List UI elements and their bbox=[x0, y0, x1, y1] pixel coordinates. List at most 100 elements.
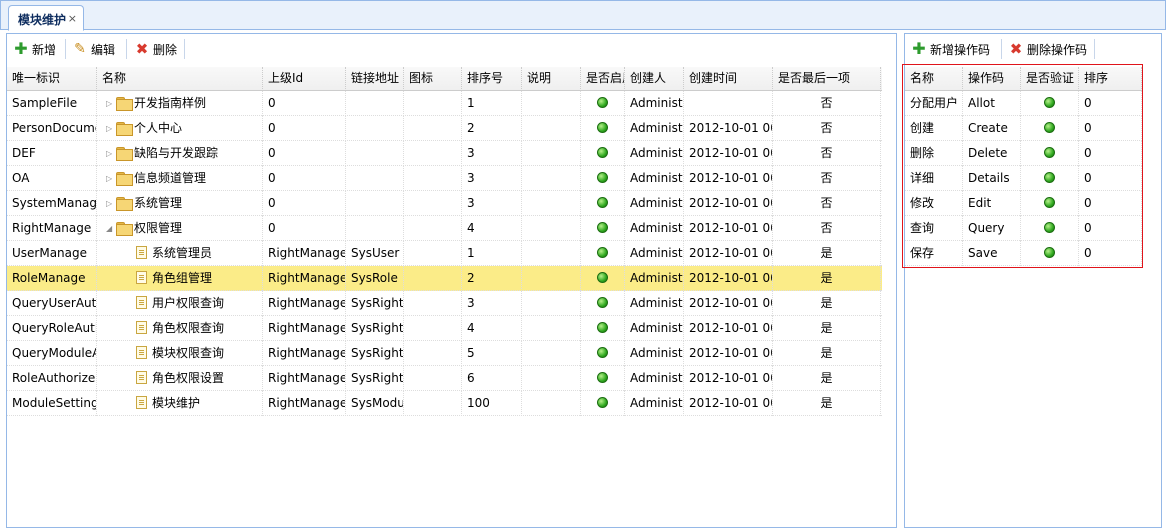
table-row[interactable]: QueryRoleAuthorize 角色权限查询 RightManageSysRi… bbox=[7, 316, 882, 341]
table-row[interactable]: OA ▷ 信息频道管理 0 3 Administrator2012-10-01 00否 bbox=[7, 166, 882, 191]
cell-name: 用户权限查询 bbox=[97, 291, 263, 316]
cell-id: OA bbox=[7, 166, 97, 191]
column-header[interactable]: 是否最后一项 bbox=[773, 67, 881, 91]
cell-url: SysModule bbox=[346, 391, 404, 416]
cell-enabled bbox=[581, 266, 625, 291]
cell-op-code: Allot bbox=[963, 91, 1021, 116]
cell-op-sort: 0 bbox=[1079, 191, 1142, 216]
delete-button[interactable]: ✖ 删除 bbox=[134, 38, 177, 60]
expand-toggle-icon[interactable]: ▷ bbox=[106, 142, 115, 166]
cell-sort: 3 bbox=[462, 191, 522, 216]
column-header[interactable]: 名称 bbox=[97, 67, 263, 91]
cell-name: ▷ 信息频道管理 bbox=[97, 166, 263, 191]
table-row[interactable]: SampleFile ▷ 开发指南样例 0 1 Administrator 否 bbox=[7, 91, 882, 116]
delete-opcode-button[interactable]: ✖ 删除操作码 bbox=[1008, 38, 1087, 60]
plus-icon: ✚ bbox=[912, 39, 926, 58]
cell-icon bbox=[404, 141, 462, 166]
opcode-panel: ✚ 新增操作码 ✖ 删除操作码 名称 操作码 是否验证 排序 分配用户 Allot 0 创建… bbox=[904, 33, 1162, 528]
enabled-status-icon bbox=[597, 222, 608, 233]
cell-description bbox=[522, 291, 581, 316]
column-header[interactable]: 图标 bbox=[404, 67, 462, 91]
expand-toggle-icon[interactable]: ▷ bbox=[106, 167, 115, 191]
column-header[interactable]: 创建人 bbox=[625, 67, 684, 91]
cell-id: QueryRoleAuthorize bbox=[7, 316, 97, 341]
table-row[interactable]: SystemManage ▷ 系统管理 0 3 Administrator2012-10-… bbox=[7, 191, 882, 216]
column-header[interactable]: 排序 bbox=[1079, 67, 1142, 91]
cell-parent-id: 0 bbox=[263, 216, 346, 241]
enabled-status-icon bbox=[597, 172, 608, 183]
cell-name: 模块权限查询 bbox=[97, 341, 263, 366]
cell-id: UserManage bbox=[7, 241, 97, 266]
table-row[interactable]: 分配用户 Allot 0 bbox=[905, 91, 1142, 116]
cell-enabled bbox=[581, 91, 625, 116]
cell-op-sort: 0 bbox=[1079, 241, 1142, 266]
cell-op-sort: 0 bbox=[1079, 216, 1142, 241]
table-row[interactable]: DEF ▷ 缺陷与开发跟踪 0 3 Administrator2012-10-01 00否 bbox=[7, 141, 882, 166]
enabled-status-icon bbox=[597, 322, 608, 333]
cell-icon bbox=[404, 191, 462, 216]
table-row[interactable]: PersonDocument ▷ 个人中心 0 2 Administrator2012-1… bbox=[7, 116, 882, 141]
edit-button[interactable]: ✎ 编辑 bbox=[72, 38, 115, 60]
table-row[interactable]: QueryModuleAuthorize 模块权限查询 RightManageSys… bbox=[7, 341, 882, 366]
table-row[interactable]: UserManage 系统管理员 RightManage SysUser 1 Admini… bbox=[7, 241, 882, 266]
cell-description bbox=[522, 166, 581, 191]
cell-enabled bbox=[581, 216, 625, 241]
enabled-status-icon bbox=[597, 397, 608, 408]
column-header[interactable]: 链接地址 bbox=[346, 67, 404, 91]
cell-op-code: Delete bbox=[963, 141, 1021, 166]
folder-icon bbox=[116, 121, 133, 136]
table-row[interactable]: 删除 Delete 0 bbox=[905, 141, 1142, 166]
column-header[interactable]: 排序号 bbox=[462, 67, 522, 91]
table-row[interactable]: 创建 Create 0 bbox=[905, 116, 1142, 141]
column-header[interactable]: 操作码 bbox=[963, 67, 1021, 91]
column-header[interactable]: 创建时间 bbox=[684, 67, 773, 91]
cell-enabled bbox=[581, 316, 625, 341]
cell-is-last: 是 bbox=[773, 241, 881, 266]
cell-sort: 5 bbox=[462, 341, 522, 366]
add-opcode-button[interactable]: ✚ 新增操作码 bbox=[911, 38, 990, 60]
cell-icon bbox=[404, 116, 462, 141]
expand-toggle-icon[interactable]: ▷ bbox=[106, 192, 115, 216]
cell-id: SystemManage bbox=[7, 191, 97, 216]
cell-is-last: 是 bbox=[773, 316, 881, 341]
table-row[interactable]: RightManage ◢ 权限管理 0 4 Administrator2012-10-0… bbox=[7, 216, 882, 241]
table-row[interactable]: RoleAuthorize 角色权限设置 RightManage SysRight 6 A… bbox=[7, 366, 882, 391]
page-icon bbox=[136, 346, 147, 359]
table-row[interactable]: 详细 Details 0 bbox=[905, 166, 1142, 191]
cell-id: DEF bbox=[7, 141, 97, 166]
tree-node-label: 角色权限设置 bbox=[152, 371, 225, 385]
tab-module-maintenance[interactable]: 模块维护 × bbox=[8, 5, 84, 31]
folder-icon bbox=[116, 96, 133, 111]
table-row[interactable]: 查询 Query 0 bbox=[905, 216, 1142, 241]
cell-url bbox=[346, 141, 404, 166]
module-toolbar: ✚ 新增 ✎ 编辑 ✖ 删除 bbox=[7, 34, 896, 64]
column-header[interactable]: 是否验证 bbox=[1021, 67, 1079, 91]
cell-creator: Administrator bbox=[625, 391, 684, 416]
delete-button-label: 删除 bbox=[153, 42, 178, 57]
column-header[interactable]: 上级Id bbox=[263, 67, 346, 91]
cell-url bbox=[346, 116, 404, 141]
table-row[interactable]: 修改 Edit 0 bbox=[905, 191, 1142, 216]
table-row[interactable]: RoleManage 角色组管理 RightManage SysRole 2 Admini… bbox=[7, 266, 882, 291]
cell-enabled bbox=[581, 166, 625, 191]
add-button[interactable]: ✚ 新增 bbox=[13, 38, 56, 60]
cell-url: SysUser bbox=[346, 241, 404, 266]
cell-op-verify bbox=[1021, 91, 1079, 116]
cell-url: SysRole bbox=[346, 266, 404, 291]
expand-toggle-icon[interactable]: ▷ bbox=[106, 92, 115, 116]
cell-id: PersonDocument bbox=[7, 116, 97, 141]
table-row[interactable]: QueryUserAuthorize 用户权限查询 RightManageSysRi… bbox=[7, 291, 882, 316]
close-icon[interactable]: × bbox=[68, 12, 77, 25]
column-header[interactable]: 唯一标识 bbox=[7, 67, 97, 91]
cell-creator: Administrator bbox=[625, 216, 684, 241]
cell-is-last: 否 bbox=[773, 116, 881, 141]
edit-button-label: 编辑 bbox=[91, 42, 116, 57]
column-header[interactable]: 是否启用 bbox=[581, 67, 625, 91]
table-row[interactable]: ModuleSetting 模块维护 RightManageSysModule 100… bbox=[7, 391, 882, 416]
column-header[interactable]: 说明 bbox=[522, 67, 581, 91]
column-header[interactable]: 名称 bbox=[905, 67, 963, 91]
table-row[interactable]: 保存 Save 0 bbox=[905, 241, 1142, 266]
cell-enabled bbox=[581, 241, 625, 266]
expand-toggle-icon[interactable]: ▷ bbox=[106, 117, 115, 141]
collapse-toggle-icon[interactable]: ◢ bbox=[106, 217, 115, 241]
